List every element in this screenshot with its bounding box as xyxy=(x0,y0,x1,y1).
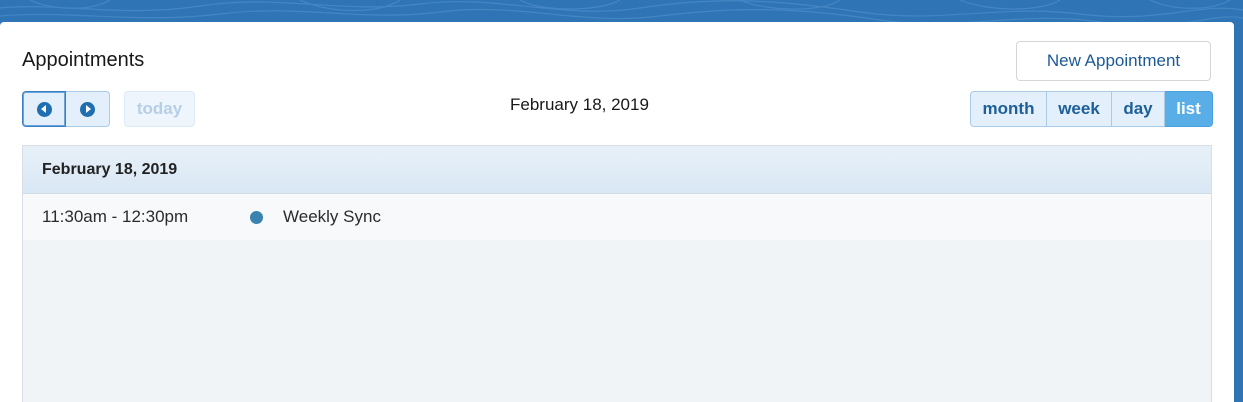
chevron-right-circle-icon xyxy=(80,101,95,117)
event-row[interactable]: 11:30am - 12:30pm Weekly Sync xyxy=(23,194,1211,240)
event-color-dot xyxy=(250,210,263,224)
calendar-nav-group xyxy=(22,91,110,127)
today-button[interactable]: today xyxy=(124,91,195,127)
current-date-title: February 18, 2019 xyxy=(510,95,649,114)
list-day-header: February 18, 2019 xyxy=(23,146,1211,194)
chevron-left-circle-icon xyxy=(36,101,52,117)
event-time: 11:30am - 12:30pm xyxy=(42,207,189,226)
view-week-button[interactable]: week xyxy=(1047,91,1112,127)
view-month-button[interactable]: month xyxy=(970,91,1047,127)
previous-button[interactable] xyxy=(22,91,66,127)
view-day-button[interactable]: day xyxy=(1112,91,1165,127)
new-appointment-button[interactable]: New Appointment xyxy=(1016,41,1211,81)
event-list-panel: February 18, 2019 11:30am - 12:30pm Week… xyxy=(22,145,1212,402)
topographic-pattern xyxy=(0,0,1243,24)
next-button[interactable] xyxy=(66,91,110,127)
card-title: Appointments xyxy=(22,49,145,71)
view-switcher: month week day list xyxy=(970,91,1213,127)
event-title[interactable]: Weekly Sync xyxy=(283,207,381,227)
view-list-button[interactable]: list xyxy=(1165,91,1213,127)
